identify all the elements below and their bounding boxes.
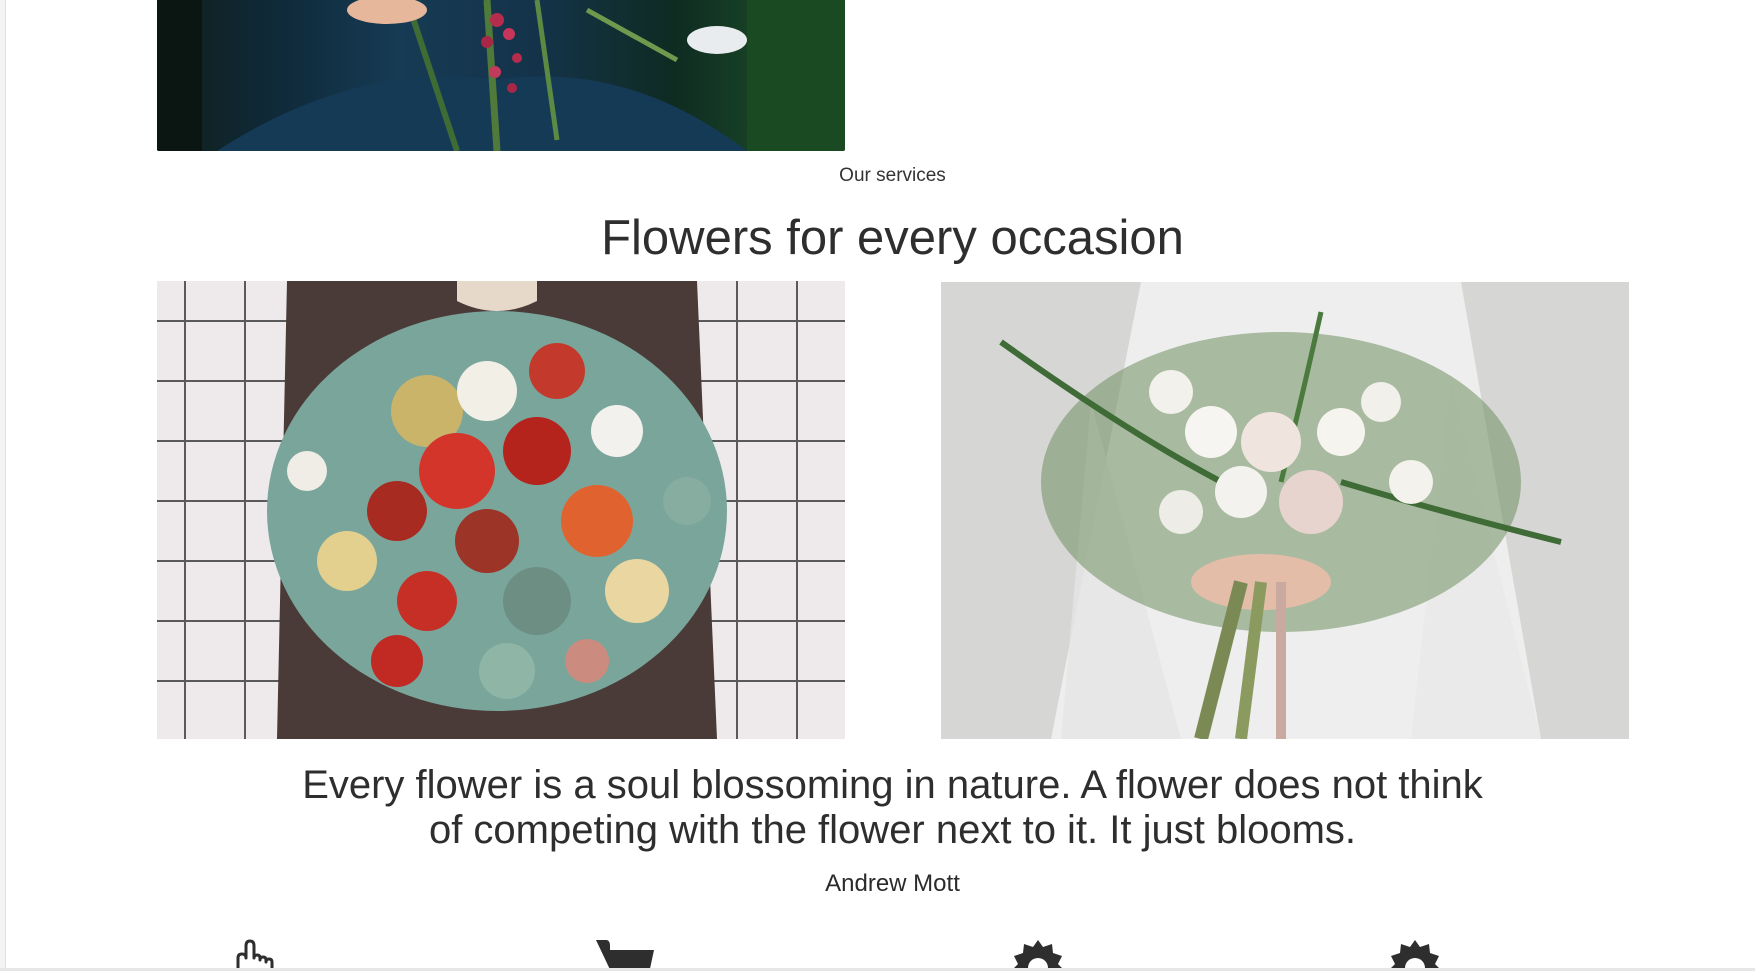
red-bouquet-photo	[157, 281, 845, 739]
shopping-cart-icon	[596, 938, 656, 971]
bridal-bouquet-photo	[941, 282, 1629, 739]
pointer-hand-icon	[220, 938, 280, 971]
gear-badge-icon	[1008, 938, 1068, 971]
quote-text: Every flower is a soul blossoming in nat…	[0, 763, 1755, 853]
page: Our services Flowers for every occasion	[0, 0, 1755, 971]
gear-badge-icon	[1385, 938, 1445, 971]
quote-line-2: of competing with the flower next to it.…	[428, 808, 1357, 852]
features-row	[0, 930, 1755, 971]
quote-author: Andrew Mott	[825, 870, 960, 897]
section-title: Flowers for every occasion	[601, 211, 1184, 265]
quote-line-1: Every flower is a soul blossoming in nat…	[302, 763, 1483, 807]
section-kicker: Our services	[839, 165, 946, 186]
bouquet-photo-top	[157, 0, 845, 151]
